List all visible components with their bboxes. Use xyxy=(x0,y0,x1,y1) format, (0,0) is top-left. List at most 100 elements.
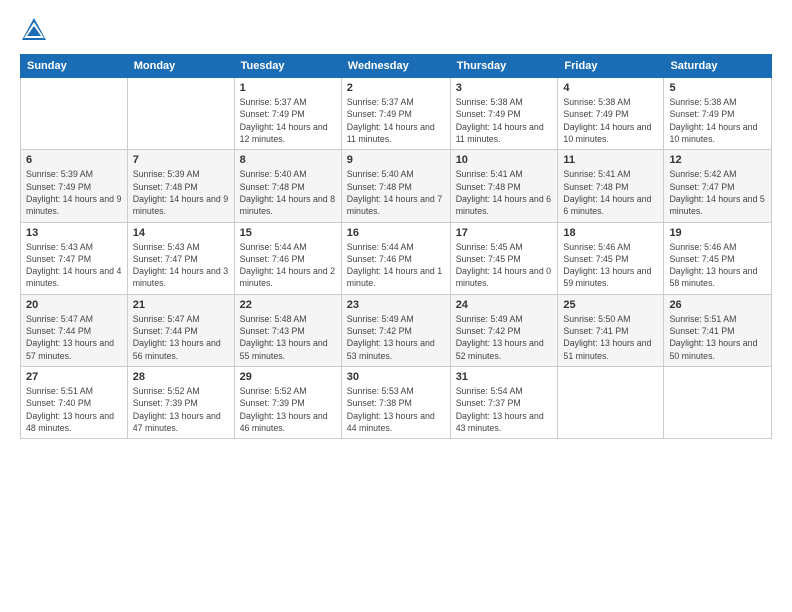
day-detail: Sunrise: 5:38 AM Sunset: 7:49 PM Dayligh… xyxy=(563,96,658,145)
calendar-table: SundayMondayTuesdayWednesdayThursdayFrid… xyxy=(20,54,772,439)
day-detail: Sunrise: 5:43 AM Sunset: 7:47 PM Dayligh… xyxy=(26,241,122,290)
day-detail: Sunrise: 5:38 AM Sunset: 7:49 PM Dayligh… xyxy=(456,96,553,145)
day-number: 7 xyxy=(133,154,229,166)
day-detail: Sunrise: 5:50 AM Sunset: 7:41 PM Dayligh… xyxy=(563,313,658,362)
calendar-cell: 25Sunrise: 5:50 AM Sunset: 7:41 PM Dayli… xyxy=(558,294,664,366)
day-detail: Sunrise: 5:37 AM Sunset: 7:49 PM Dayligh… xyxy=(240,96,336,145)
day-detail: Sunrise: 5:54 AM Sunset: 7:37 PM Dayligh… xyxy=(456,385,553,434)
calendar-cell xyxy=(664,367,772,439)
header xyxy=(20,16,772,44)
day-number: 22 xyxy=(240,299,336,311)
calendar-week-row: 27 Sunrise: 5:51 AM Sunset: 7:40 PM Dayli… xyxy=(21,367,772,439)
calendar-cell: 19 Sunrise: 5:46 AM Sunset: 7:45 PM Dayli… xyxy=(664,222,772,294)
calendar-header-row: SundayMondayTuesdayWednesdayThursdayFrid… xyxy=(21,55,772,78)
day-detail: Sunrise: 5:37 AM Sunset: 7:49 PM Dayligh… xyxy=(347,96,445,145)
day-number: 14 xyxy=(133,227,229,239)
calendar-cell: 28 Sunrise: 5:52 AM Sunset: 7:39 PM Dayli… xyxy=(127,367,234,439)
day-number: 11 xyxy=(563,154,658,166)
day-number: 21 xyxy=(133,299,229,311)
day-number: 31 xyxy=(456,371,553,383)
calendar-cell: 31 Sunrise: 5:54 AM Sunset: 7:37 PM Dayli… xyxy=(450,367,558,439)
day-number: 19 xyxy=(669,227,766,239)
calendar-cell: 15Sunrise: 5:44 AM Sunset: 7:46 PM Dayli… xyxy=(234,222,341,294)
day-detail: Sunrise: 5:53 AM Sunset: 7:38 PM Dayligh… xyxy=(347,385,445,434)
day-number: 28 xyxy=(133,371,229,383)
calendar-cell: 30 Sunrise: 5:53 AM Sunset: 7:38 PM Dayli… xyxy=(341,367,450,439)
calendar-cell: 20 Sunrise: 5:47 AM Sunset: 7:44 PM Dayli… xyxy=(21,294,128,366)
day-number: 12 xyxy=(669,154,766,166)
day-number: 4 xyxy=(563,82,658,94)
calendar-cell: 13 Sunrise: 5:43 AM Sunset: 7:47 PM Dayli… xyxy=(21,222,128,294)
day-of-week-header: Tuesday xyxy=(234,55,341,78)
day-detail: Sunrise: 5:52 AM Sunset: 7:39 PM Dayligh… xyxy=(133,385,229,434)
calendar-week-row: 20 Sunrise: 5:47 AM Sunset: 7:44 PM Dayli… xyxy=(21,294,772,366)
calendar-cell: 16 Sunrise: 5:44 AM Sunset: 7:46 PM Dayli… xyxy=(341,222,450,294)
calendar-cell: 22 Sunrise: 5:48 AM Sunset: 7:43 PM Dayli… xyxy=(234,294,341,366)
calendar-cell xyxy=(127,78,234,150)
day-number: 27 xyxy=(26,371,122,383)
calendar-cell: 6 Sunrise: 5:39 AM Sunset: 7:49 PM Daylig… xyxy=(21,150,128,222)
calendar-cell: 27 Sunrise: 5:51 AM Sunset: 7:40 PM Dayli… xyxy=(21,367,128,439)
day-detail: Sunrise: 5:40 AM Sunset: 7:48 PM Dayligh… xyxy=(240,168,336,217)
day-detail: Sunrise: 5:44 AM Sunset: 7:46 PM Dayligh… xyxy=(240,241,336,290)
day-number: 3 xyxy=(456,82,553,94)
day-detail: Sunrise: 5:45 AM Sunset: 7:45 PM Dayligh… xyxy=(456,241,553,290)
day-of-week-header: Sunday xyxy=(21,55,128,78)
day-detail: Sunrise: 5:48 AM Sunset: 7:43 PM Dayligh… xyxy=(240,313,336,362)
day-number: 29 xyxy=(240,371,336,383)
day-number: 18 xyxy=(563,227,658,239)
logo-icon xyxy=(20,16,48,44)
day-detail: Sunrise: 5:47 AM Sunset: 7:44 PM Dayligh… xyxy=(26,313,122,362)
logo xyxy=(20,16,52,44)
day-detail: Sunrise: 5:47 AM Sunset: 7:44 PM Dayligh… xyxy=(133,313,229,362)
day-of-week-header: Saturday xyxy=(664,55,772,78)
day-detail: Sunrise: 5:49 AM Sunset: 7:42 PM Dayligh… xyxy=(456,313,553,362)
calendar-cell: 24Sunrise: 5:49 AM Sunset: 7:42 PM Dayli… xyxy=(450,294,558,366)
calendar-cell xyxy=(21,78,128,150)
calendar-week-row: 13 Sunrise: 5:43 AM Sunset: 7:47 PM Dayli… xyxy=(21,222,772,294)
calendar-cell: 14 Sunrise: 5:43 AM Sunset: 7:47 PM Dayli… xyxy=(127,222,234,294)
day-detail: Sunrise: 5:46 AM Sunset: 7:45 PM Dayligh… xyxy=(669,241,766,290)
day-detail: Sunrise: 5:51 AM Sunset: 7:40 PM Dayligh… xyxy=(26,385,122,434)
day-number: 8 xyxy=(240,154,336,166)
day-detail: Sunrise: 5:43 AM Sunset: 7:47 PM Dayligh… xyxy=(133,241,229,290)
calendar-cell: 23Sunrise: 5:49 AM Sunset: 7:42 PM Dayli… xyxy=(341,294,450,366)
day-number: 13 xyxy=(26,227,122,239)
calendar-week-row: 1Sunrise: 5:37 AM Sunset: 7:49 PM Daylig… xyxy=(21,78,772,150)
calendar-cell: 4 Sunrise: 5:38 AM Sunset: 7:49 PM Daylig… xyxy=(558,78,664,150)
day-number: 17 xyxy=(456,227,553,239)
day-detail: Sunrise: 5:39 AM Sunset: 7:49 PM Dayligh… xyxy=(26,168,122,217)
day-number: 20 xyxy=(26,299,122,311)
day-detail: Sunrise: 5:41 AM Sunset: 7:48 PM Dayligh… xyxy=(563,168,658,217)
calendar-cell: 17 Sunrise: 5:45 AM Sunset: 7:45 PM Dayli… xyxy=(450,222,558,294)
calendar-cell: 21 Sunrise: 5:47 AM Sunset: 7:44 PM Dayli… xyxy=(127,294,234,366)
calendar-cell: 10Sunrise: 5:41 AM Sunset: 7:48 PM Dayli… xyxy=(450,150,558,222)
day-detail: Sunrise: 5:44 AM Sunset: 7:46 PM Dayligh… xyxy=(347,241,445,290)
day-detail: Sunrise: 5:49 AM Sunset: 7:42 PM Dayligh… xyxy=(347,313,445,362)
calendar-cell xyxy=(558,367,664,439)
day-of-week-header: Monday xyxy=(127,55,234,78)
day-detail: Sunrise: 5:52 AM Sunset: 7:39 PM Dayligh… xyxy=(240,385,336,434)
calendar-cell: 12 Sunrise: 5:42 AM Sunset: 7:47 PM Dayli… xyxy=(664,150,772,222)
calendar-cell: 29 Sunrise: 5:52 AM Sunset: 7:39 PM Dayli… xyxy=(234,367,341,439)
calendar-cell: 2 Sunrise: 5:37 AM Sunset: 7:49 PM Daylig… xyxy=(341,78,450,150)
calendar-cell: 8 Sunrise: 5:40 AM Sunset: 7:48 PM Daylig… xyxy=(234,150,341,222)
day-number: 2 xyxy=(347,82,445,94)
day-number: 30 xyxy=(347,371,445,383)
day-of-week-header: Wednesday xyxy=(341,55,450,78)
day-of-week-header: Thursday xyxy=(450,55,558,78)
day-detail: Sunrise: 5:42 AM Sunset: 7:47 PM Dayligh… xyxy=(669,168,766,217)
day-detail: Sunrise: 5:51 AM Sunset: 7:41 PM Dayligh… xyxy=(669,313,766,362)
day-number: 6 xyxy=(26,154,122,166)
calendar-cell: 26Sunrise: 5:51 AM Sunset: 7:41 PM Dayli… xyxy=(664,294,772,366)
day-number: 16 xyxy=(347,227,445,239)
day-number: 10 xyxy=(456,154,553,166)
calendar-cell: 18 Sunrise: 5:46 AM Sunset: 7:45 PM Dayli… xyxy=(558,222,664,294)
calendar-week-row: 6 Sunrise: 5:39 AM Sunset: 7:49 PM Daylig… xyxy=(21,150,772,222)
calendar-cell: 9Sunrise: 5:40 AM Sunset: 7:48 PM Daylig… xyxy=(341,150,450,222)
day-detail: Sunrise: 5:38 AM Sunset: 7:49 PM Dayligh… xyxy=(669,96,766,145)
day-number: 9 xyxy=(347,154,445,166)
day-detail: Sunrise: 5:46 AM Sunset: 7:45 PM Dayligh… xyxy=(563,241,658,290)
calendar-cell: 11 Sunrise: 5:41 AM Sunset: 7:48 PM Dayli… xyxy=(558,150,664,222)
page: SundayMondayTuesdayWednesdayThursdayFrid… xyxy=(0,0,792,612)
